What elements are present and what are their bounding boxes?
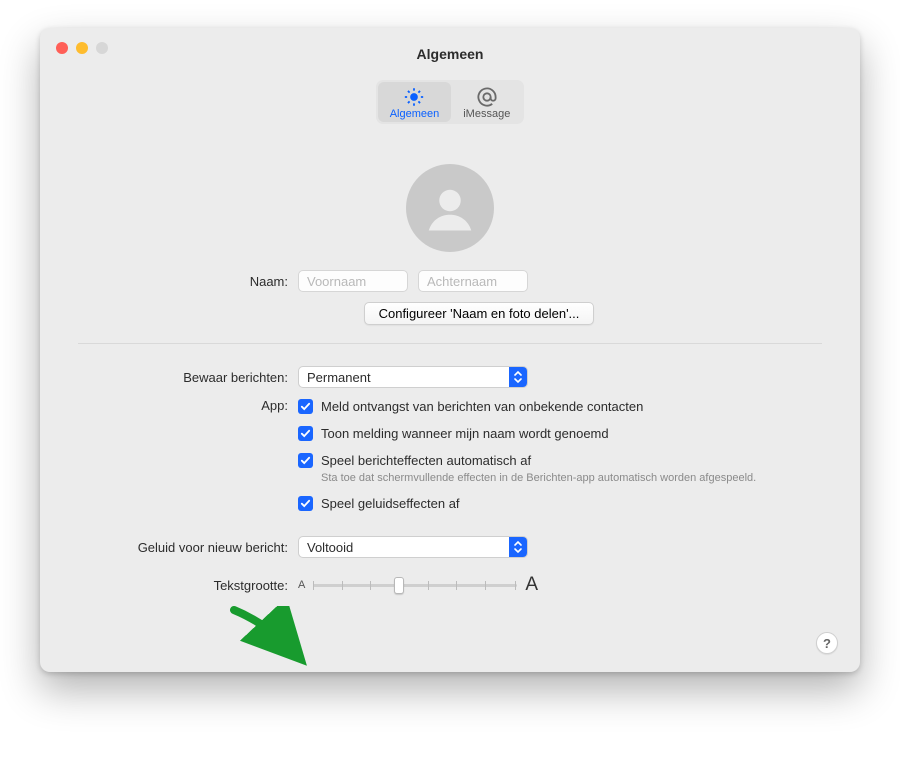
- checkbox-name-mentioned-label: Toon melding wanneer mijn naam wordt gen…: [321, 425, 609, 442]
- textsize-small-icon: A: [298, 579, 305, 591]
- checkbox-name-mentioned[interactable]: Toon melding wanneer mijn naam wordt gen…: [298, 425, 822, 442]
- tab-imessage-label: iMessage: [463, 108, 510, 120]
- tab-general-label: Algemeen: [390, 108, 440, 120]
- tab-toolbar: Algemeen iMessage: [40, 80, 860, 134]
- tab-imessage[interactable]: iMessage: [451, 82, 522, 122]
- chevron-up-down-icon: [509, 537, 527, 557]
- preferences-window: Algemeen Algemeen i: [40, 28, 860, 672]
- textsize-slider[interactable]: [313, 575, 517, 595]
- checkmark-icon: [298, 453, 313, 468]
- checkmark-icon: [298, 496, 313, 511]
- textsize-large-icon: A: [525, 574, 538, 596]
- avatar[interactable]: [406, 164, 494, 252]
- checkbox-auto-effects-sub: Sta toe dat schermvullende effecten in d…: [321, 471, 822, 485]
- name-row: Naam:: [78, 270, 822, 292]
- last-name-input[interactable]: [418, 270, 528, 292]
- sound-select[interactable]: Voltooid: [298, 536, 528, 558]
- gear-icon: [403, 86, 425, 108]
- checkbox-auto-effects[interactable]: Speel berichteffecten automatisch af: [298, 452, 822, 469]
- app-options-row: App: Meld ontvangst van berichten van on…: [78, 398, 822, 522]
- person-icon: [420, 178, 480, 238]
- sound-label: Geluid voor nieuw bericht:: [78, 540, 298, 555]
- app-label: App:: [78, 398, 298, 413]
- checkmark-icon: [298, 399, 313, 414]
- tab-segmented-control: Algemeen iMessage: [376, 80, 525, 124]
- zoom-window-button[interactable]: [96, 42, 108, 54]
- keep-messages-row: Bewaar berichten: Permanent: [78, 366, 822, 388]
- divider: [78, 343, 822, 344]
- textsize-label: Tekstgrootte:: [78, 578, 298, 593]
- tab-general[interactable]: Algemeen: [378, 82, 452, 122]
- keep-messages-select[interactable]: Permanent: [298, 366, 528, 388]
- titlebar: Algemeen: [40, 28, 860, 80]
- checkbox-unknown-contacts[interactable]: Meld ontvangst van berichten van onbeken…: [298, 398, 822, 415]
- checkbox-sound-effects[interactable]: Speel geluidseffecten af: [298, 495, 822, 512]
- window-title: Algemeen: [40, 28, 860, 74]
- general-pane: Naam: Configureer 'Naam en foto delen'..…: [40, 134, 860, 672]
- close-window-button[interactable]: [56, 42, 68, 54]
- help-button[interactable]: ?: [816, 632, 838, 654]
- configure-row: Configureer 'Naam en foto delen'...: [78, 302, 822, 325]
- configure-name-photo-button[interactable]: Configureer 'Naam en foto delen'...: [364, 302, 595, 325]
- sound-value: Voltooid: [307, 540, 353, 555]
- sound-row: Geluid voor nieuw bericht: Voltooid: [78, 536, 822, 558]
- at-icon: [476, 86, 498, 108]
- textsize-row: Tekstgrootte: A: [78, 574, 822, 596]
- keep-messages-value: Permanent: [307, 370, 371, 385]
- checkmark-icon: [298, 426, 313, 441]
- name-label: Naam:: [78, 274, 298, 289]
- checkbox-sound-effects-label: Speel geluidseffecten af: [321, 495, 460, 512]
- keep-messages-label: Bewaar berichten:: [78, 370, 298, 385]
- avatar-container: [78, 164, 822, 252]
- window-controls: [56, 42, 108, 54]
- checkbox-unknown-contacts-label: Meld ontvangst van berichten van onbeken…: [321, 398, 643, 415]
- minimize-window-button[interactable]: [76, 42, 88, 54]
- first-name-input[interactable]: [298, 270, 408, 292]
- chevron-up-down-icon: [509, 367, 527, 387]
- checkbox-auto-effects-label: Speel berichteffecten automatisch af: [321, 452, 531, 469]
